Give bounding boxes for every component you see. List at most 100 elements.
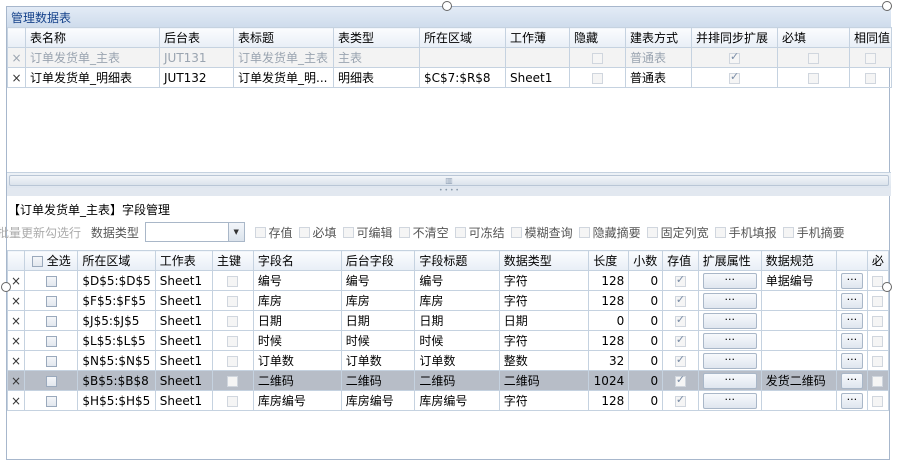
cell-required[interactable]: [866, 290, 890, 311]
cell-key[interactable]: [211, 330, 254, 351]
cell-area[interactable]: $F$5:$F$5: [77, 290, 156, 311]
toolbar-option[interactable]: 可编辑: [342, 224, 393, 241]
cell-method[interactable]: 普通表: [625, 67, 692, 88]
cell-key[interactable]: [211, 290, 254, 311]
delete-row-icon[interactable]: ×: [6, 310, 26, 331]
chevron-down-icon[interactable]: ▼: [227, 223, 244, 241]
toolbar-option[interactable]: 存值: [254, 224, 293, 241]
cell-ext[interactable]: ···: [697, 310, 762, 331]
cell-dtype[interactable]: 二维码: [498, 370, 590, 391]
cell-store[interactable]: [662, 270, 699, 291]
cell-sheet[interactable]: Sheet1: [154, 310, 213, 331]
resize-handle-top-right[interactable]: [882, 1, 892, 11]
field-row[interactable]: ×$B$5:$B$8Sheet1二维码二维码二维码二维码10240···发货二维…: [6, 370, 890, 391]
cell-area[interactable]: $L$5:$L$5: [77, 330, 156, 351]
cell-name[interactable]: 日期: [252, 310, 342, 331]
cell-select[interactable]: [24, 370, 79, 391]
primary-key-checkbox[interactable]: [227, 295, 239, 307]
cell-name[interactable]: 库房编号: [252, 390, 342, 411]
table-row[interactable]: × 订单发货单_主表 JUT131 订单发货单_主表 主表 普通表: [7, 47, 892, 68]
delete-row-icon[interactable]: ×: [6, 290, 26, 311]
store-value-checkbox[interactable]: [674, 293, 686, 307]
cell-name[interactable]: 时候: [252, 330, 342, 351]
ext-props-button[interactable]: ···: [702, 293, 757, 309]
row-select-checkbox[interactable]: [45, 375, 57, 387]
cell-required[interactable]: [777, 67, 850, 88]
fields-col-header[interactable]: 必: [866, 250, 890, 271]
toolbar-option-checkbox[interactable]: [578, 226, 590, 238]
resize-handle-left[interactable]: [1, 282, 11, 292]
tables-col-header[interactable]: 表类型: [333, 27, 420, 48]
cell-spec-btn[interactable]: ···: [835, 290, 868, 311]
cell-backend[interactable]: 库房: [340, 290, 416, 311]
field-row[interactable]: ×$D$5:$D$5Sheet1编号编号编号字符1280···单据编号···: [6, 270, 890, 291]
cell-title[interactable]: 编号: [414, 270, 500, 291]
fields-col-header[interactable]: 字段名: [252, 250, 342, 271]
cell-ext[interactable]: ···: [697, 270, 762, 291]
cell-store[interactable]: [662, 370, 699, 391]
store-value-checkbox[interactable]: [674, 333, 686, 347]
spec-button[interactable]: ···: [840, 353, 863, 369]
cell-spec[interactable]: [760, 290, 837, 311]
toolbar-option[interactable]: 可冻结: [454, 224, 505, 241]
cell-backend[interactable]: 日期: [340, 310, 416, 331]
table-row[interactable]: × 订单发货单_明细表 JUT132 订单发货单_明... 明细表 $C$7:$R$8 Sh…: [7, 67, 892, 88]
tables-col-header[interactable]: 所在区域: [419, 27, 506, 48]
cell-dtype[interactable]: 整数: [498, 350, 590, 371]
required-checkbox[interactable]: [872, 315, 884, 327]
cell-select[interactable]: [24, 290, 79, 311]
cell-key[interactable]: [211, 310, 254, 331]
toolbar-option-checkbox[interactable]: [254, 226, 266, 238]
cell-required[interactable]: [866, 390, 890, 411]
cell-spec-btn[interactable]: ···: [835, 270, 868, 291]
same-value-checkbox[interactable]: [865, 52, 876, 64]
spec-button[interactable]: ···: [840, 313, 863, 329]
toolbar-option[interactable]: 不清空: [398, 224, 449, 241]
cell-name[interactable]: 编号: [252, 270, 342, 291]
delete-row-icon[interactable]: ×: [7, 47, 26, 68]
cell-backend[interactable]: 订单数: [340, 350, 416, 371]
store-value-checkbox[interactable]: [674, 373, 686, 387]
cell-store[interactable]: [662, 310, 699, 331]
fields-col-header[interactable]: 字段标题: [414, 250, 500, 271]
fields-col-header[interactable]: 数据类型: [498, 250, 590, 271]
cell-name[interactable]: 订单数: [252, 350, 342, 371]
cell-name[interactable]: 订单发货单_明细表: [25, 67, 160, 88]
toolbar-option[interactable]: 手机填报: [714, 224, 777, 241]
toolbar-option-checkbox[interactable]: [342, 226, 354, 238]
cell-decimal[interactable]: 0: [628, 390, 664, 411]
cell-title[interactable]: 二维码: [414, 370, 500, 391]
cell-backend[interactable]: JUT131: [159, 47, 234, 68]
cell-dtype[interactable]: 日期: [498, 310, 590, 331]
tables-col-header[interactable]: 表标题: [233, 27, 334, 48]
primary-key-checkbox[interactable]: [227, 355, 239, 367]
toolbar-option-checkbox[interactable]: [398, 226, 410, 238]
cell-key[interactable]: [211, 390, 254, 411]
cell-sync[interactable]: [691, 67, 778, 88]
toolbar-option-checkbox[interactable]: [782, 226, 794, 238]
tables-col-header[interactable]: 工作薄: [505, 27, 570, 48]
cell-same[interactable]: [849, 67, 892, 88]
cell-sync[interactable]: [691, 47, 778, 68]
cell-dtype[interactable]: 字符: [498, 330, 590, 351]
cell-required[interactable]: [866, 330, 890, 351]
cell-required[interactable]: [777, 47, 850, 68]
field-row[interactable]: ×$H$5:$H$5Sheet1库房编号库房编号库房编号字符1280······: [6, 390, 890, 411]
primary-key-checkbox[interactable]: [227, 335, 239, 347]
cell-title[interactable]: 时候: [414, 330, 500, 351]
row-select-checkbox[interactable]: [45, 395, 57, 407]
fields-col-header[interactable]: 小数: [628, 250, 664, 271]
cell-spec[interactable]: [760, 330, 837, 351]
tables-col-header[interactable]: 后台表: [159, 27, 234, 48]
cell-decimal[interactable]: 0: [628, 330, 664, 351]
cell-key[interactable]: [211, 270, 254, 291]
data-type-combo[interactable]: ▼: [144, 222, 245, 242]
spec-button[interactable]: ···: [840, 333, 863, 349]
cell-name[interactable]: 二维码: [252, 370, 342, 391]
tables-col-header[interactable]: 必填: [777, 27, 850, 48]
cell-spec[interactable]: 发货二维码: [760, 370, 837, 391]
toolbar-option[interactable]: 固定列宽: [646, 224, 709, 241]
cell-title[interactable]: 库房: [414, 290, 500, 311]
cell-decimal[interactable]: 0: [628, 310, 664, 331]
cell-select[interactable]: [24, 310, 79, 331]
